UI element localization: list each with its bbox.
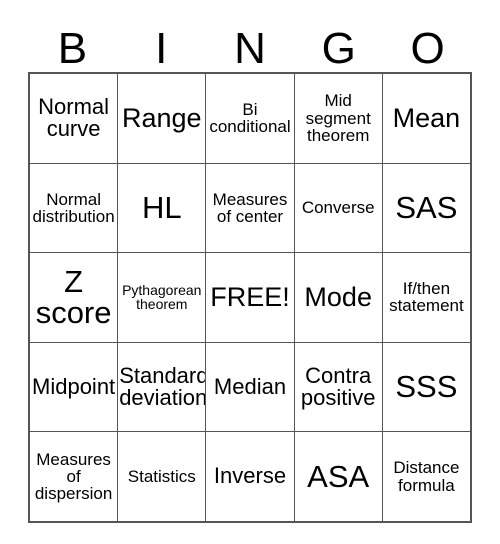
bingo-row: Normal distribution HL Measures of cente…	[28, 162, 472, 254]
header-letter-n: N	[234, 24, 266, 73]
bingo-cell-text: Z score	[35, 263, 112, 331]
bingo-cell[interactable]: ASA	[293, 431, 383, 523]
bingo-cell[interactable]: Range	[117, 72, 207, 164]
bingo-cell[interactable]: Normal distribution	[28, 162, 119, 254]
bingo-cell[interactable]: Mean	[381, 72, 472, 164]
bingo-grid: Normal curve Range Bi conditional Mid se…	[28, 72, 472, 523]
bingo-cell-text: Normal distribution	[32, 189, 115, 226]
bingo-card: B I N G O Normal curve Range Bi conditio…	[28, 16, 472, 523]
bingo-cell-text: Contra positive	[300, 362, 376, 411]
bingo-cell[interactable]: Bi conditional	[205, 72, 295, 164]
bingo-cell[interactable]: Standard deviation	[117, 341, 207, 433]
bingo-cell-text: If/then statement	[389, 279, 464, 316]
bingo-cell[interactable]: Pythagorean theorem	[117, 252, 207, 343]
bingo-cell[interactable]: Measures of center	[205, 162, 295, 254]
bingo-cell[interactable]: If/then statement	[381, 252, 472, 343]
header-letter-g: G	[321, 24, 356, 73]
bingo-cell-text: Pythagorean theorem	[122, 282, 202, 313]
bingo-cell-text: Midpoint	[32, 373, 116, 399]
bingo-cell-text: Range	[122, 102, 202, 133]
bingo-cell[interactable]: HL	[117, 162, 207, 254]
bingo-cell[interactable]: Contra positive	[293, 341, 383, 433]
bingo-cell-text: Normal curve	[38, 93, 110, 142]
bingo-row: Midpoint Standard deviation Median Contr…	[28, 341, 472, 433]
bingo-row: Measures of dispersion Statistics Invers…	[28, 431, 472, 523]
bingo-cell-text: Statistics	[127, 467, 196, 486]
bingo-cell[interactable]: Statistics	[117, 431, 207, 523]
bingo-cell-text: Distance formula	[393, 458, 460, 495]
header-letter-b: B	[57, 24, 88, 73]
bingo-cell-text: Measures of dispersion	[34, 449, 113, 504]
bingo-cell[interactable]: Normal curve	[28, 72, 119, 164]
bingo-cell[interactable]: Median	[205, 341, 295, 433]
bingo-cell-text: SAS	[395, 190, 458, 226]
bingo-cell-text: SSS	[395, 369, 458, 405]
bingo-row: Normal curve Range Bi conditional Mid se…	[28, 72, 472, 164]
bingo-row: Z score Pythagorean theorem FREE! Mode I…	[28, 252, 472, 343]
bingo-cell[interactable]: SAS	[381, 162, 472, 254]
bingo-cell-text: Mid segment theorem	[305, 91, 371, 145]
bingo-cell[interactable]: Z score	[28, 252, 119, 343]
bingo-cell[interactable]: Converse	[293, 162, 383, 254]
bingo-cell[interactable]: SSS	[381, 341, 472, 433]
bingo-cell-text: ASA	[307, 458, 370, 494]
bingo-cell-text: Median	[213, 373, 287, 399]
bingo-cell-text: HL	[141, 190, 182, 226]
bingo-cell[interactable]: Mid segment theorem	[293, 72, 383, 164]
bingo-cell-free[interactable]: FREE!	[205, 252, 295, 343]
bingo-cell[interactable]: Inverse	[205, 431, 295, 523]
bingo-cell-text: Inverse	[213, 463, 287, 489]
bingo-cell-text: Measures of center	[212, 189, 288, 226]
bingo-cell[interactable]: Measures of dispersion	[28, 431, 119, 523]
bingo-cell[interactable]: Midpoint	[28, 341, 119, 433]
bingo-cell[interactable]: Distance formula	[381, 431, 472, 523]
bingo-cell-text: Converse	[301, 198, 375, 218]
header-letter-o: O	[410, 24, 445, 73]
bingo-header: B I N G O	[28, 16, 472, 72]
header-letter-i: I	[155, 24, 168, 73]
bingo-cell-text: Mean	[392, 102, 461, 133]
bingo-cell-text: FREE!	[210, 281, 290, 312]
bingo-cell-text: Bi conditional	[209, 99, 291, 137]
bingo-cell-text: Mode	[304, 281, 372, 312]
bingo-cell-text: Standard deviation	[119, 362, 206, 411]
bingo-cell[interactable]: Mode	[293, 252, 383, 343]
